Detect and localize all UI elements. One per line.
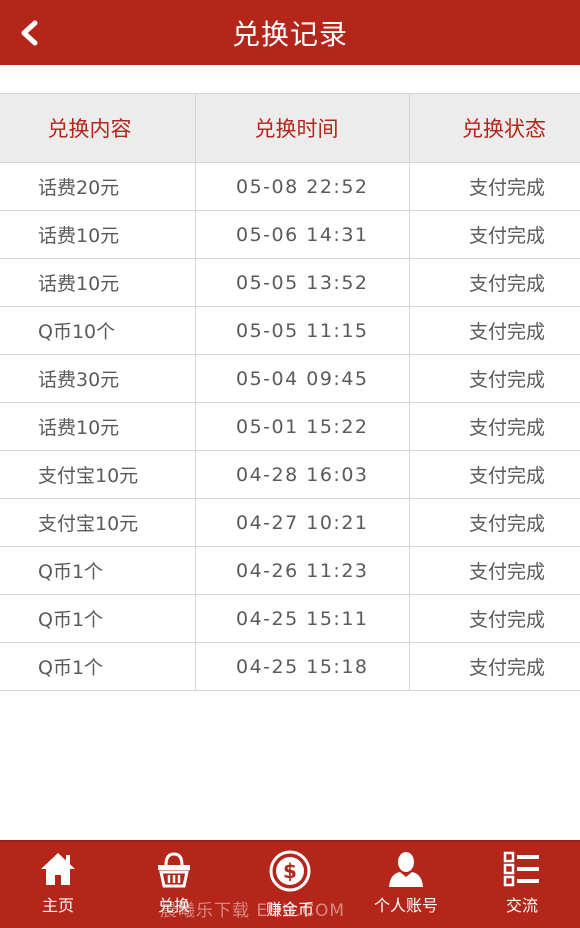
table-row: 支付宝10元 04-28 16:03 支付完成 xyxy=(0,451,580,499)
nav-earn-coins[interactable]: $ 赚金币 xyxy=(232,842,348,928)
nav-account[interactable]: 个人账号 xyxy=(348,842,464,928)
nav-community[interactable]: 交流 xyxy=(464,842,580,928)
nav-community-label: 交流 xyxy=(505,896,538,915)
table-row: 话费10元 05-05 13:52 支付完成 xyxy=(0,259,580,307)
user-icon xyxy=(389,852,423,887)
cell-time: 05-08 22:52 xyxy=(196,163,410,210)
table-row: Q币1个 04-26 11:23 支付完成 xyxy=(0,547,580,595)
table-header: 兑换内容 兑换时间 兑换状态 xyxy=(0,94,580,163)
nav-exchange[interactable]: 兑换 xyxy=(116,842,232,928)
cell-content: Q币1个 xyxy=(0,595,196,642)
cell-content: 支付宝10元 xyxy=(0,451,196,498)
nav-earn-coins-label: 赚金币 xyxy=(265,900,314,919)
table-row: 话费30元 05-04 09:45 支付完成 xyxy=(0,355,580,403)
cell-time: 04-27 10:21 xyxy=(196,499,410,546)
svg-text:$: $ xyxy=(283,859,297,883)
cell-time: 05-04 09:45 xyxy=(196,355,410,402)
column-header-status: 兑换状态 xyxy=(462,117,546,141)
cell-time: 04-25 15:11 xyxy=(196,595,410,642)
cell-content: 话费10元 xyxy=(0,211,196,258)
cell-status: 支付完成 xyxy=(468,177,545,199)
table-row: 支付宝10元 04-27 10:21 支付完成 xyxy=(0,499,580,547)
cell-status: 支付完成 xyxy=(468,369,545,391)
dollar-coin-icon: $ xyxy=(269,850,311,892)
table-row: Q币1个 04-25 15:18 支付完成 xyxy=(0,643,580,691)
nav-home-label: 主页 xyxy=(41,896,74,915)
cell-content: 话费20元 xyxy=(0,163,196,210)
table-body: 话费20元 05-08 22:52 支付完成 话费10元 05-06 14:31 支付完成… xyxy=(0,163,580,691)
cell-status: 支付完成 xyxy=(468,465,545,487)
cell-time: 05-06 14:31 xyxy=(196,211,410,258)
column-header-content: 兑换内容 xyxy=(0,94,196,162)
cell-time: 04-26 11:23 xyxy=(196,547,410,594)
nav-account-label: 个人账号 xyxy=(373,896,438,915)
bottom-nav: 主页 兑换 $ 赚金币 个人账号 交流 xyxy=(0,840,580,928)
nav-home[interactable]: 主页 xyxy=(0,842,116,928)
cell-status: 支付完成 xyxy=(468,561,545,583)
cell-time: 05-01 15:22 xyxy=(196,403,410,450)
cell-status: 支付完成 xyxy=(468,657,545,679)
exchange-records-table: 兑换内容 兑换时间 兑换状态 话费20元 05-08 22:52 支付完成 话费10元… xyxy=(0,93,580,691)
cell-content: 支付宝10元 xyxy=(0,499,196,546)
cell-content: 话费10元 xyxy=(0,259,196,306)
table-row: Q币1个 04-25 15:11 支付完成 xyxy=(0,595,580,643)
cell-status: 支付完成 xyxy=(468,513,545,535)
table-row: 话费10元 05-01 15:22 支付完成 xyxy=(0,403,580,451)
table-row: 话费20元 05-08 22:52 支付完成 xyxy=(0,163,580,211)
table-row: Q币10个 05-05 11:15 支付完成 xyxy=(0,307,580,355)
cell-status: 支付完成 xyxy=(468,321,545,343)
cell-content: 话费10元 xyxy=(0,403,196,450)
cell-content: Q币1个 xyxy=(0,643,196,690)
column-header-time: 兑换时间 xyxy=(196,94,410,162)
cell-content: 话费30元 xyxy=(0,355,196,402)
back-button[interactable] xyxy=(14,18,44,48)
basket-icon xyxy=(158,852,190,888)
cell-status: 支付完成 xyxy=(468,609,545,631)
chevron-left-icon xyxy=(21,20,38,46)
nav-exchange-label: 兑换 xyxy=(157,896,190,915)
cell-time: 05-05 13:52 xyxy=(196,259,410,306)
cell-status: 支付完成 xyxy=(468,417,545,439)
list-icon xyxy=(503,851,539,887)
cell-status: 支付完成 xyxy=(468,225,545,247)
cell-content: Q币1个 xyxy=(0,547,196,594)
home-icon xyxy=(41,853,75,885)
top-bar: 兑换记录 xyxy=(0,0,580,65)
cell-status: 支付完成 xyxy=(468,273,545,295)
cell-content: Q币10个 xyxy=(0,307,196,354)
cell-time: 05-05 11:15 xyxy=(196,307,410,354)
cell-time: 04-28 16:03 xyxy=(196,451,410,498)
table-row: 话费10元 05-06 14:31 支付完成 xyxy=(0,211,580,259)
page-title: 兑换记录 xyxy=(231,17,348,51)
cell-time: 04-25 15:18 xyxy=(196,643,410,690)
